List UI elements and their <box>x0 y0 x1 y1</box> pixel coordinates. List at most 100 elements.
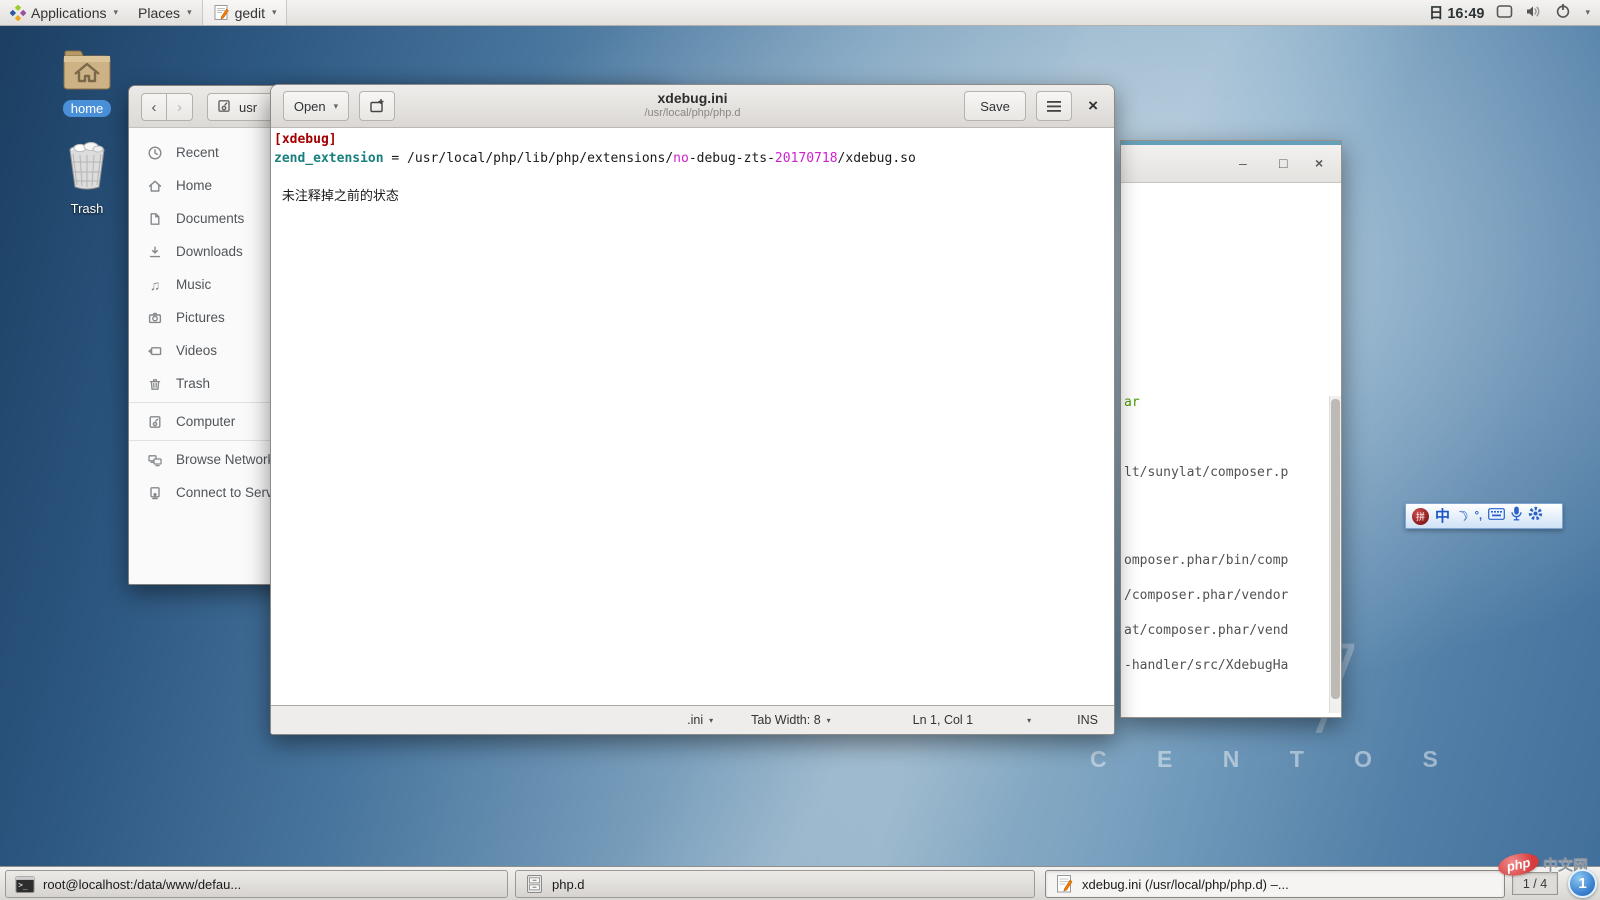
window-title: xdebug.ini <box>644 90 740 106</box>
svg-text:>_: >_ <box>18 880 28 889</box>
ime-toolbar: 拼 中 ☽ °, <box>1405 503 1563 529</box>
bgwin-titlebar[interactable]: – □ × <box>1121 145 1341 183</box>
tab-width-selector[interactable]: Tab Width: 8 ▾ <box>751 713 831 727</box>
video-icon <box>147 343 163 359</box>
forward-button[interactable]: › <box>167 93 193 121</box>
ime-microphone-icon[interactable] <box>1511 506 1522 526</box>
clock-icon <box>147 145 163 161</box>
file-type-label: .ini <box>687 713 703 727</box>
active-app-label: gedit <box>235 5 265 21</box>
power-icon[interactable] <box>1555 3 1571 22</box>
server-icon <box>147 485 163 501</box>
drive-icon <box>147 414 163 430</box>
top-panel: Applications ▾ Places ▾ gedit ▾ 日 16:49 … <box>0 0 1600 26</box>
bgwin-scrollbar[interactable] <box>1329 396 1341 713</box>
bgwin-minimize-button[interactable]: – <box>1239 154 1247 172</box>
background-window: – □ × arlt/sunylat/composer.pomposer.pha… <box>1120 140 1342 718</box>
caret-down-icon[interactable]: ▾ <box>1585 7 1590 18</box>
file-cabinet-icon <box>525 874 544 894</box>
panel-status-area: 日 16:49 ▾ <box>1429 2 1600 23</box>
desktop-icon-trash[interactable]: Trash <box>42 140 132 218</box>
ime-logo-icon[interactable]: 拼 <box>1412 508 1429 525</box>
places-label: Places <box>138 5 180 21</box>
taskbar-item-terminal[interactable]: >_ root@localhost:/data/www/defau... <box>5 870 508 898</box>
active-app-menu[interactable]: gedit ▾ <box>202 0 288 25</box>
applications-label: Applications <box>31 5 107 21</box>
drive-icon <box>216 98 232 117</box>
centos-logo-icon <box>10 5 26 21</box>
save-button[interactable]: Save <box>964 91 1026 121</box>
document-icon <box>147 211 163 227</box>
clock[interactable]: 日 16:49 <box>1429 2 1485 23</box>
caret-down-icon: ▾ <box>114 7 119 18</box>
places-menu[interactable]: Places ▾ <box>128 0 202 25</box>
home-folder-icon <box>61 79 113 96</box>
open-button[interactable]: Open ▾ <box>283 91 349 121</box>
gedit-statusbar: .ini ▾ Tab Width: 8 ▾ Ln 1, Col 1 ▾ INS <box>271 705 1114 734</box>
trash-icon-label: Trash <box>63 200 112 217</box>
bgwin-scrollbar-thumb[interactable] <box>1331 399 1340 699</box>
sidebar-label: Documents <box>176 211 244 226</box>
taskbar-item-label: root@localhost:/data/www/defau... <box>43 877 241 892</box>
menu-button[interactable] <box>1036 91 1072 121</box>
centos-text-watermark: C E N T O S <box>1090 746 1460 773</box>
sidebar-label: Recent <box>176 145 219 160</box>
home-icon <box>147 178 163 194</box>
volume-icon[interactable] <box>1525 4 1543 22</box>
back-button[interactable]: ‹ <box>141 93 167 121</box>
new-tab-icon <box>369 98 386 114</box>
music-icon: ♫ <box>147 277 163 293</box>
gedit-title-block: xdebug.ini /usr/local/php/php.d <box>644 90 740 119</box>
gedit-icon <box>1055 874 1074 894</box>
taskbar-item-label: xdebug.ini (/usr/local/php/php.d) –... <box>1082 877 1289 892</box>
sidebar-label: Computer <box>176 414 235 429</box>
open-button-label: Open <box>294 99 326 114</box>
display-icon[interactable] <box>1496 4 1513 22</box>
goto-line-caret-icon[interactable]: ▾ <box>1027 716 1031 725</box>
sidebar-label: Connect to Server <box>176 485 285 500</box>
bgwin-content[interactable]: arlt/sunylat/composer.pomposer.phar/bin/… <box>1121 183 1341 717</box>
ime-halfwidth-toggle-icon[interactable]: ☽ <box>1453 507 1471 525</box>
caret-down-icon: ▾ <box>827 716 831 725</box>
hamburger-icon <box>1047 101 1061 112</box>
bgwin-maximize-button[interactable]: □ <box>1279 154 1287 172</box>
bgwin-close-button[interactable]: × <box>1315 154 1323 172</box>
ime-language-toggle[interactable]: 中 <box>1435 509 1450 524</box>
input-mode-indicator[interactable]: INS <box>1077 713 1098 727</box>
sidebar-label: Music <box>176 277 211 292</box>
gedit-text-area[interactable]: [xdebug]zend_extension = /usr/local/php/… <box>271 128 1114 705</box>
desktop-icon-home[interactable]: home <box>42 48 132 118</box>
trash-icon <box>147 376 163 392</box>
taskbar-item-xdebug-ini[interactable]: xdebug.ini (/usr/local/php/php.d) –... <box>1045 870 1505 898</box>
desktop: 7 C E N T O S home Trash <box>0 0 1600 900</box>
notification-badge[interactable]: 1 <box>1568 869 1597 898</box>
ime-punctuation-toggle[interactable]: °, <box>1475 511 1482 522</box>
download-icon <box>147 244 163 260</box>
sidebar-label: Pictures <box>176 310 225 325</box>
sidebar-label: Trash <box>176 376 210 391</box>
home-icon-label: home <box>63 100 112 117</box>
window-subtitle: /usr/local/php/php.d <box>644 107 740 119</box>
network-icon <box>147 452 163 468</box>
caret-down-icon: ▾ <box>272 7 277 18</box>
close-button[interactable]: × <box>1088 96 1098 116</box>
taskbar: >_ root@localhost:/data/www/defau... php… <box>0 866 1600 900</box>
sidebar-label: Home <box>176 178 212 193</box>
trash-can-icon <box>60 179 114 196</box>
ime-keyboard-icon[interactable] <box>1488 507 1505 525</box>
new-document-button[interactable] <box>359 91 395 121</box>
tab-width-label: Tab Width: 8 <box>751 713 820 727</box>
taskbar-item-label: php.d <box>552 877 585 892</box>
taskbar-item-php-d[interactable]: php.d <box>515 870 1035 898</box>
workspace-pager[interactable]: 1 / 4 <box>1512 872 1558 895</box>
ime-settings-gear-icon[interactable] <box>1528 506 1543 526</box>
file-type-selector[interactable]: .ini ▾ <box>687 713 713 727</box>
gedit-headerbar[interactable]: Open ▾ xdebug.ini /usr/local/php/php.d S… <box>271 85 1114 128</box>
applications-menu[interactable]: Applications ▾ <box>0 0 128 25</box>
sidebar-label: Browse Network <box>176 452 274 467</box>
caret-down-icon: ▾ <box>334 101 339 112</box>
php-logo: php <box>1496 850 1540 879</box>
cursor-position[interactable]: Ln 1, Col 1 <box>913 713 973 727</box>
caret-down-icon: ▾ <box>187 7 192 18</box>
sidebar-label: Downloads <box>176 244 243 259</box>
